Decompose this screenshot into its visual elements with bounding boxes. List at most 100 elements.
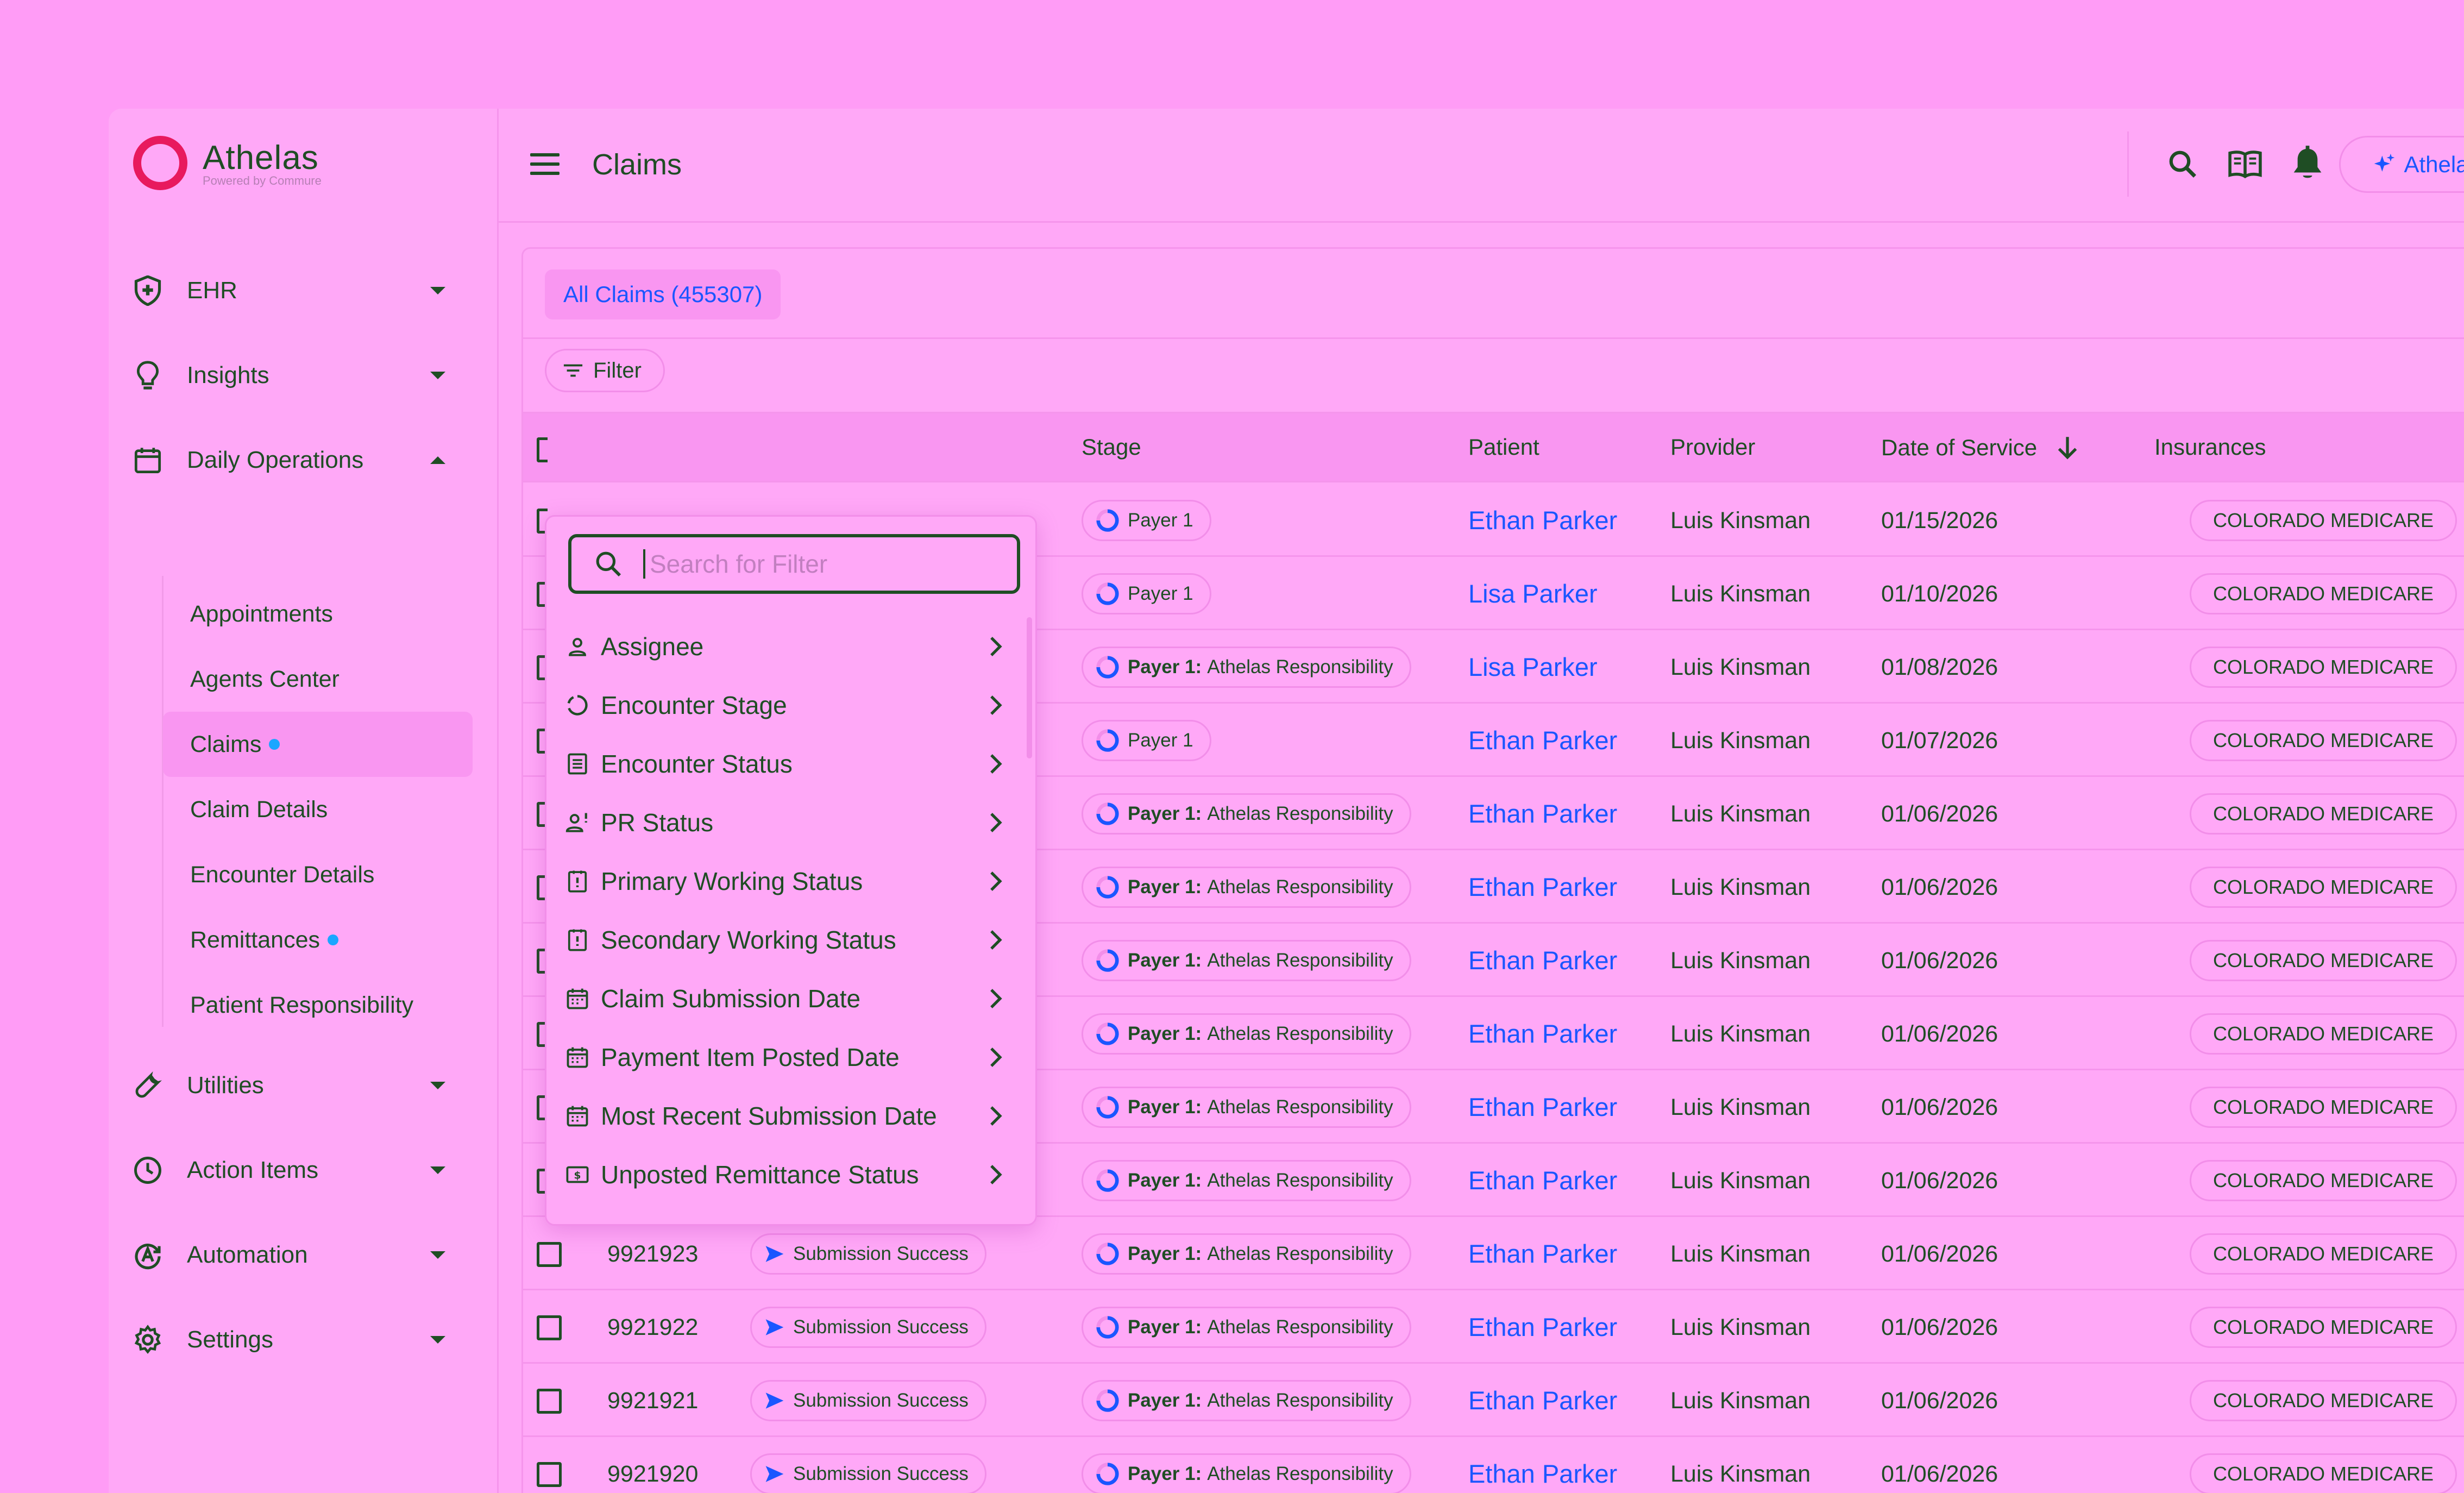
filter-option-label: Most Recent Submission Date (601, 1102, 937, 1130)
filter-search-field[interactable] (568, 534, 1020, 594)
row-checkbox[interactable] (537, 1315, 562, 1340)
filter-button[interactable]: Filter (545, 349, 665, 392)
sidebar-subitem-encounter-details[interactable]: Encounter Details (163, 842, 473, 907)
column-header-insurances[interactable]: Insurances (2154, 434, 2266, 460)
patient-link[interactable]: Ethan Parker (1468, 1019, 1617, 1049)
bell-icon[interactable] (2286, 142, 2329, 186)
select-all-checkbox[interactable] (537, 437, 548, 462)
claim-id[interactable]: 9921923 (607, 1241, 698, 1268)
progress-circle-icon (563, 691, 592, 720)
filter-option-secondary-working-status[interactable]: Secondary Working Status (563, 911, 1014, 969)
patient-link[interactable]: Ethan Parker (1468, 1312, 1617, 1342)
sidebar-item-utilities[interactable]: Utilities (130, 1056, 478, 1115)
search-icon[interactable] (2161, 142, 2204, 186)
filter-option-payment-item-posted-date[interactable]: Payment Item Posted Date (563, 1028, 1014, 1087)
claim-id[interactable]: 9921920 (607, 1461, 698, 1488)
athelas-ai-button[interactable]: Athelas AI (2339, 136, 2464, 193)
patient-link[interactable]: Ethan Parker (1468, 1385, 1617, 1415)
sidebar-subitem-claims[interactable]: Claims (163, 712, 473, 777)
filter-icon (563, 364, 583, 377)
filter-option-encounter-status[interactable]: Encounter Status (563, 735, 1014, 793)
filter-option-pr-status[interactable]: PR Status (563, 793, 1014, 852)
column-header-provider[interactable]: Provider (1670, 434, 1755, 460)
subitem-label: Agents Center (190, 666, 340, 692)
filter-option-most-recent-submission-date[interactable]: Most Recent Submission Date (563, 1087, 1014, 1145)
sidebar-subitem-remittances[interactable]: Remittances (163, 907, 473, 973)
dollar-box-icon: $ (563, 1160, 592, 1189)
column-header-stage[interactable]: Stage (1082, 434, 1141, 460)
row-checkbox[interactable] (537, 1462, 562, 1487)
progress-ring-icon (1096, 876, 1119, 899)
insurance-badge: COLORADO MEDICARE (2190, 1160, 2457, 1201)
table-row[interactable]: 9921922 Submission Success Payer 1: Athelas… (523, 1290, 2464, 1364)
stage-badge: Payer 1: Athelas Responsibility (1082, 867, 1411, 908)
provider-name: Luis Kinsman (1670, 1094, 1811, 1120)
filter-search-input[interactable] (643, 549, 980, 579)
submission-status-text: Submission Success (793, 1316, 969, 1338)
patient-link[interactable]: Ethan Parker (1468, 1092, 1617, 1122)
stage-payer: Payer 1: (1128, 1316, 1202, 1338)
filter-option-encounter-stage[interactable]: Encounter Stage (563, 676, 1014, 735)
stage-text: Athelas Responsibility (1207, 1463, 1393, 1484)
sidebar-subitem-patient-responsibility[interactable]: Patient Responsibility (163, 973, 473, 1038)
patient-link[interactable]: Ethan Parker (1468, 725, 1617, 755)
filter-option-unposted-remittance-status[interactable]: $ Unposted Remittance Status (563, 1145, 1014, 1204)
patient-link[interactable]: Ethan Parker (1468, 505, 1617, 535)
row-checkbox[interactable] (537, 1389, 562, 1414)
patient-link[interactable]: Ethan Parker (1468, 945, 1617, 975)
submission-status-badge: Submission Success (750, 1233, 986, 1275)
shield-plus-icon (130, 273, 165, 308)
patient-link[interactable]: Ethan Parker (1468, 872, 1617, 902)
tab-all-claims[interactable]: All Claims (455307) (545, 269, 781, 319)
progress-ring-icon (1096, 1243, 1119, 1265)
sort-arrow-down-icon[interactable] (2056, 434, 2079, 461)
dropdown-scrollbar[interactable] (1027, 617, 1032, 758)
sidebar-item-label: Automation (187, 1241, 308, 1268)
sidebar-item-ehr[interactable]: EHR (130, 261, 478, 321)
patient-link[interactable]: Ethan Parker (1468, 1239, 1617, 1269)
patient-link[interactable]: Ethan Parker (1468, 799, 1617, 829)
sidebar-subitem-appointments[interactable]: Appointments (163, 581, 473, 647)
logo[interactable]: Athelas Powered by Commure (133, 136, 322, 190)
date-of-service: 01/15/2026 (1881, 507, 1998, 534)
table-row[interactable]: 9921923 Submission Success Payer 1: Athelas… (523, 1217, 2464, 1290)
sidebar-item-settings[interactable]: Settings (130, 1310, 478, 1370)
date-of-service: 01/06/2026 (1881, 1021, 1998, 1047)
sidebar-item-action-items[interactable]: Action Items (130, 1140, 478, 1200)
insurance-badge: COLORADO MEDICARE (2190, 647, 2457, 688)
row-checkbox[interactable] (537, 1242, 562, 1267)
column-header-date-of-service[interactable]: Date of Service (1881, 434, 2079, 461)
table-row[interactable]: 9921921 Submission Success Payer 1: Athelas… (523, 1364, 2464, 1437)
insurance-badge: COLORADO MEDICARE (2190, 1087, 2457, 1128)
stage-badge: Payer 1: Athelas Responsibility (1082, 1087, 1411, 1128)
provider-name: Luis Kinsman (1670, 507, 1811, 534)
filter-option-claim-submission-date[interactable]: Claim Submission Date (563, 969, 1014, 1028)
progress-ring-icon (1096, 729, 1119, 752)
sidebar-item-label: Utilities (187, 1072, 264, 1099)
claim-id[interactable]: 9921922 (607, 1314, 698, 1341)
sidebar-subitem-claim-details[interactable]: Claim Details (163, 777, 473, 842)
filter-option-primary-working-status[interactable]: Primary Working Status (563, 852, 1014, 911)
sidebar-subitem-agents-center[interactable]: Agents Center (163, 647, 473, 712)
hamburger-menu-icon[interactable] (530, 153, 560, 181)
sidebar-item-insights[interactable]: Insights (130, 346, 478, 405)
sidebar-item-automation[interactable]: Automation (130, 1225, 478, 1285)
column-header-patient[interactable]: Patient (1468, 434, 1539, 460)
book-icon[interactable] (2223, 142, 2267, 186)
patient-link[interactable]: Ethan Parker (1468, 1165, 1617, 1195)
filter-dropdown: Assignee Encounter Stage Encounter Status P… (545, 515, 1037, 1226)
filter-option-assignee[interactable]: Assignee (563, 617, 1014, 676)
caret-down-icon (430, 287, 445, 294)
patient-link[interactable]: Ethan Parker (1468, 1459, 1617, 1489)
caret-down-icon (430, 372, 445, 379)
patient-link[interactable]: Lisa Parker (1468, 652, 1598, 682)
claim-id[interactable]: 9921921 (607, 1388, 698, 1414)
sidebar-item-daily-operations[interactable]: Daily Operations (130, 430, 478, 490)
stage-text: Athelas Responsibility (1207, 1023, 1393, 1044)
table-row[interactable]: 9921920 Submission Success Payer 1: Athelas… (523, 1437, 2464, 1493)
patient-link[interactable]: Lisa Parker (1468, 579, 1598, 609)
submission-status-text: Submission Success (793, 1390, 969, 1411)
chevron-right-icon (990, 1165, 1002, 1184)
stage-payer: Payer 1: (1128, 876, 1202, 898)
provider-name: Luis Kinsman (1670, 1461, 1811, 1487)
